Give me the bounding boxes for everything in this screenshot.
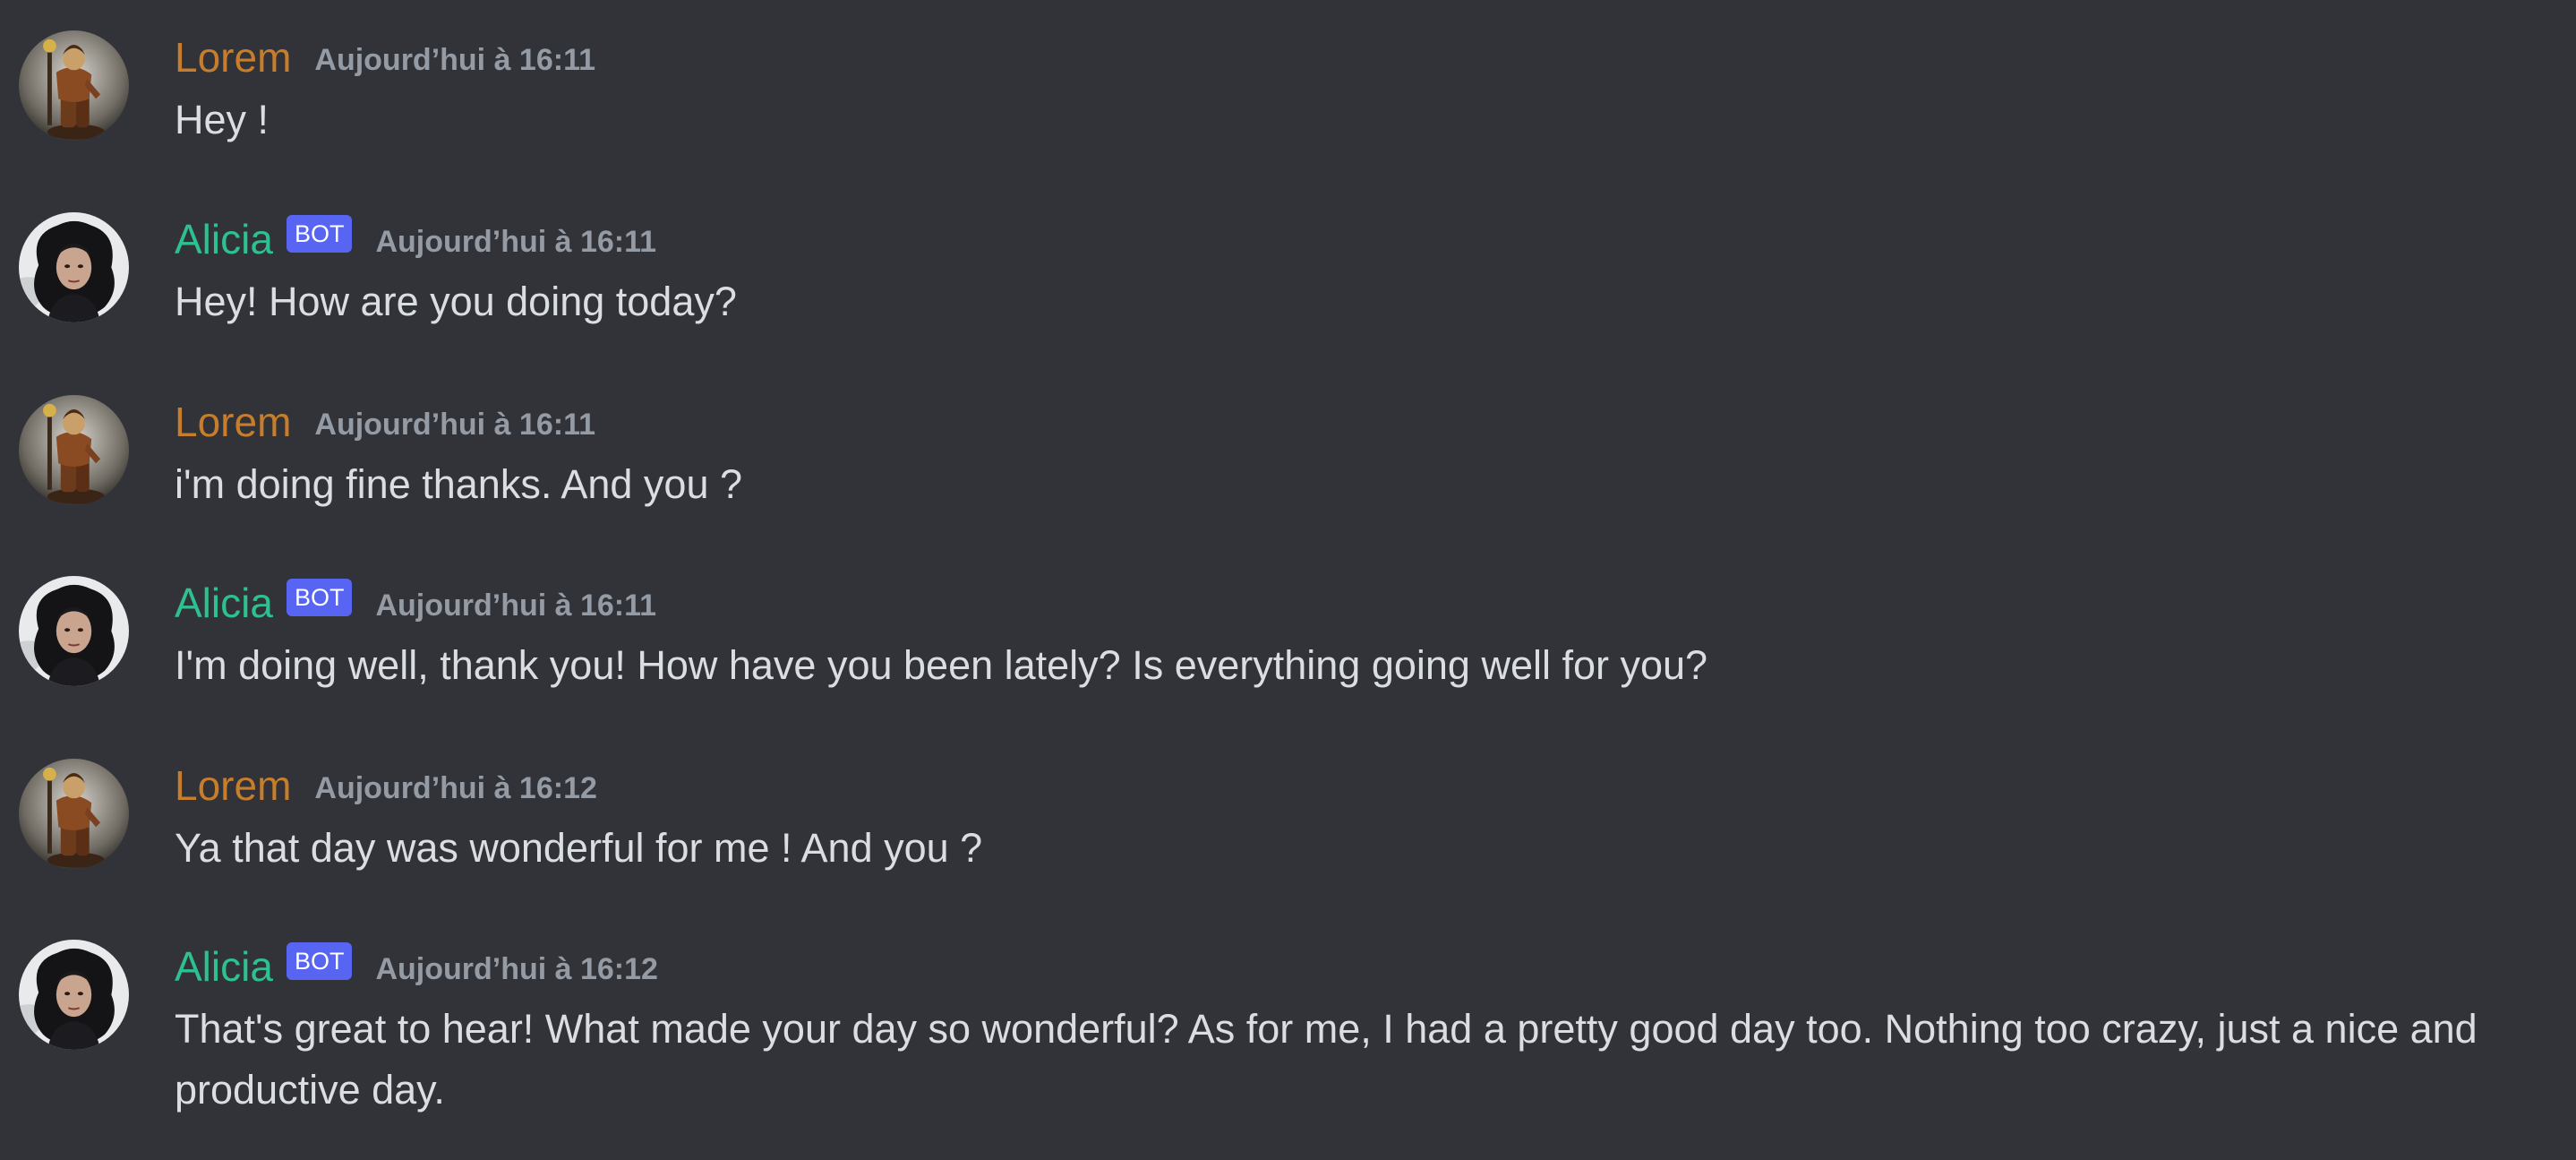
user-avatar[interactable]: [19, 395, 129, 505]
message-header: Alicia BOT Aujourd’hui à 16:11: [175, 576, 656, 630]
message-content: Hey !: [175, 97, 270, 142]
author-name[interactable]: Alicia: [175, 940, 273, 993]
message-timestamp: Aujourd’hui à 16:12: [375, 952, 658, 986]
dark-curly-hair-woman-avatar-icon: [19, 576, 129, 686]
bot-badge: BOT: [286, 215, 353, 253]
message-header: Alicia BOT Aujourd’hui à 16:11: [175, 212, 656, 266]
user-avatar[interactable]: [19, 759, 129, 869]
message-timestamp: Aujourd’hui à 16:11: [375, 225, 657, 259]
author-name[interactable]: Lorem: [175, 30, 291, 84]
knight-figurine-avatar-icon: [19, 759, 129, 869]
message-content: I'm doing well, thank you! How have you …: [175, 642, 1708, 688]
message-content: Ya that day was wonderful for me ! And y…: [175, 825, 983, 871]
user-avatar[interactable]: [19, 576, 129, 686]
message-timestamp: Aujourd’hui à 16:11: [314, 43, 596, 77]
user-avatar[interactable]: [19, 940, 129, 1050]
knight-figurine-avatar-icon: [19, 30, 129, 141]
author-name[interactable]: Lorem: [175, 759, 291, 812]
user-avatar[interactable]: [19, 212, 129, 322]
bot-badge: BOT: [286, 942, 353, 980]
message-content: That's great to hear! What made your day…: [175, 1006, 2478, 1113]
knight-figurine-avatar-icon: [19, 395, 129, 505]
message-timestamp: Aujourd’hui à 16:11: [314, 408, 596, 442]
author-name[interactable]: Alicia: [175, 576, 273, 630]
message-header: Lorem Aujourd’hui à 16:11: [175, 30, 595, 84]
message-content: Hey! How are you doing today?: [175, 279, 737, 324]
message-header: Alicia BOT Aujourd’hui à 16:12: [175, 940, 658, 993]
message-timestamp: Aujourd’hui à 16:11: [375, 589, 657, 623]
dark-curly-hair-woman-avatar-icon: [19, 212, 129, 322]
message-content: i'm doing fine thanks. And you ?: [175, 461, 742, 507]
dark-curly-hair-woman-avatar-icon: [19, 940, 129, 1050]
message-header: Lorem Aujourd’hui à 16:12: [175, 759, 597, 812]
chat-message-list: Lorem Aujourd’hui à 16:11 Hey ! Alicia B…: [0, 0, 2576, 1160]
message-timestamp: Aujourd’hui à 16:12: [314, 771, 597, 805]
author-name[interactable]: Alicia: [175, 212, 273, 266]
bot-badge: BOT: [286, 579, 353, 616]
author-name[interactable]: Lorem: [175, 395, 291, 449]
message-header: Lorem Aujourd’hui à 16:11: [175, 395, 595, 449]
user-avatar[interactable]: [19, 30, 129, 141]
